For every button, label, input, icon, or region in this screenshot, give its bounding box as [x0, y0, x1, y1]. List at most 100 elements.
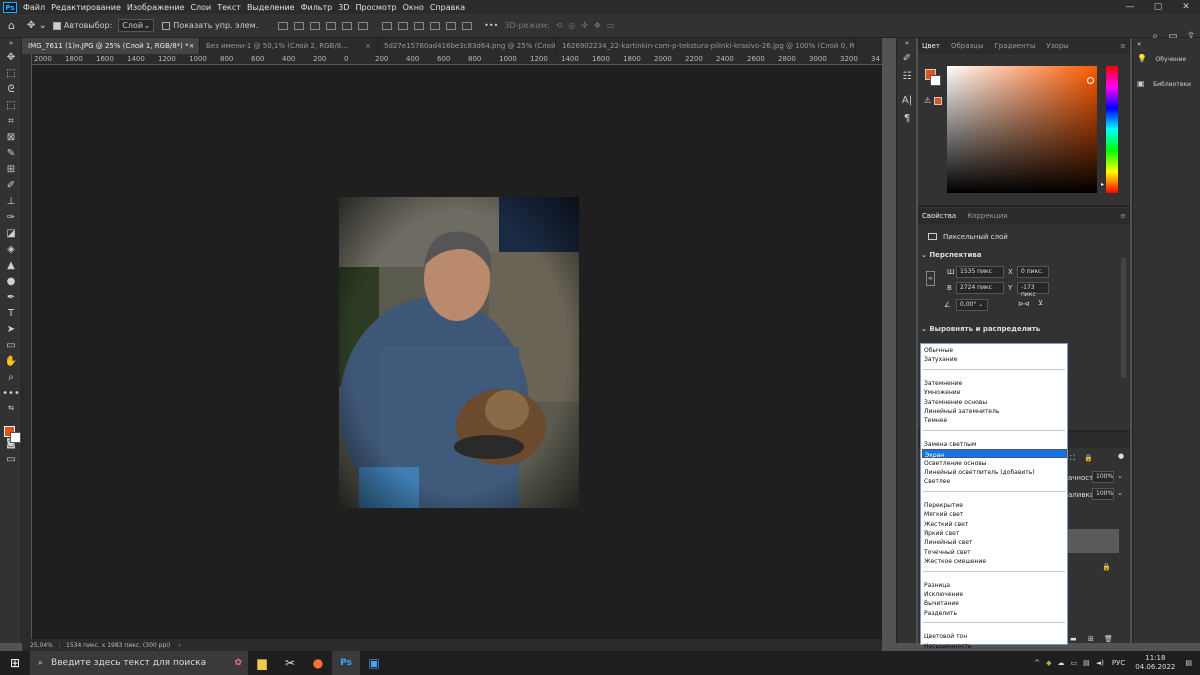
edit-toolbar-icon[interactable]: •••	[0, 386, 22, 402]
blend-mode-option[interactable]: Мягкий свет	[922, 510, 1067, 519]
tray-cloud-icon[interactable]: ☁	[1058, 659, 1065, 667]
minimize-button[interactable]: —	[1116, 0, 1144, 14]
pen-tool-icon[interactable]: ✒	[0, 290, 22, 306]
blend-mode-option[interactable]: Затемнение основы	[922, 398, 1067, 407]
y-field[interactable]: -173 пикс	[1017, 282, 1049, 298]
autoselect-select[interactable]: Слой ⌄	[118, 19, 155, 32]
align-left-icon[interactable]	[278, 21, 289, 30]
blend-mode-option[interactable]: Вычитание	[922, 599, 1067, 608]
move-tool-icon[interactable]: ✥ ⌄	[27, 20, 47, 31]
panel-menu-icon[interactable]: ≡	[1120, 212, 1126, 220]
blend-mode-option[interactable]: Линейный осветлитель (добавить)	[922, 468, 1067, 477]
language-indicator[interactable]: РУС	[1112, 659, 1125, 667]
layer-row-selected[interactable]	[1068, 529, 1119, 553]
align-vcenter-icon[interactable]	[342, 21, 353, 30]
blend-mode-option[interactable]: Жесткое смешение	[922, 557, 1067, 566]
3d-pan-icon[interactable]: ✣	[581, 21, 588, 30]
tab-properties[interactable]: Свойства	[922, 212, 956, 220]
libraries-panel-button[interactable]: ▣ Библиотеки	[1137, 79, 1199, 93]
menu-filter[interactable]: Фильтр	[301, 3, 333, 12]
width-field[interactable]: 1535 пикс	[956, 266, 1004, 278]
blend-mode-option[interactable]: Умножение	[922, 388, 1067, 397]
distribute-hcenter-icon[interactable]	[446, 21, 457, 30]
blend-mode-option[interactable]: Жесткий свет	[922, 520, 1067, 529]
angle-field[interactable]: 0,00° ⌄	[956, 299, 988, 311]
search-highlight-icon[interactable]: ✿	[234, 658, 242, 668]
volume-icon[interactable]: ◄)	[1096, 659, 1104, 667]
screen-mode-icon[interactable]: ▭	[0, 452, 22, 468]
opacity-dropdown-icon[interactable]: ⌄	[1117, 472, 1123, 480]
color-bg-swatch[interactable]	[930, 75, 941, 86]
blend-mode-option[interactable]: Яркий свет	[922, 529, 1067, 538]
collapse-right-icon[interactable]: «	[1137, 40, 1141, 48]
close-tab-icon[interactable]: ×	[365, 38, 371, 54]
blend-mode-option[interactable]: Замена светлым	[922, 440, 1067, 449]
marquee-tool-icon[interactable]: ⬚	[0, 66, 22, 82]
new-group-icon[interactable]: ▬	[1070, 635, 1077, 643]
adjustments-panel-icon[interactable]: ☷	[897, 68, 917, 86]
stamp-tool-icon[interactable]: ⊥	[0, 194, 22, 210]
eraser-tool-icon[interactable]: ◪	[0, 226, 22, 242]
type-tool-icon[interactable]: T	[0, 306, 22, 322]
blend-mode-option[interactable]: Экран	[922, 449, 1067, 459]
collapse-toolbox-icon[interactable]: »	[0, 38, 22, 50]
tab-doc-4[interactable]: 1626902234_22-kartinkin-com-p-tekstura-p…	[556, 38, 856, 54]
file-explorer-icon[interactable]: ▆	[248, 651, 276, 675]
align-hcenter-icon[interactable]	[294, 21, 305, 30]
tray-app-icon[interactable]: ◆	[1046, 659, 1051, 667]
tab-doc-2[interactable]: Без имени-1 @ 50,1% (Слой 2, RGB/8... ×	[200, 38, 378, 54]
tab-doc-1[interactable]: IMG_7611 (1)н.JPG @ 25% (Слой 1, RGB/8*)…	[22, 38, 200, 54]
object-select-tool-icon[interactable]: ⬚	[0, 98, 22, 114]
brush-tool-icon[interactable]: ✐	[0, 178, 22, 194]
blend-mode-option[interactable]: Темнее	[922, 416, 1067, 425]
distribute-top-icon[interactable]	[382, 21, 393, 30]
color-picker-handle[interactable]	[1087, 77, 1094, 84]
paint-bucket-icon[interactable]: ◈	[0, 242, 22, 258]
character-panel-icon[interactable]: A|	[897, 92, 917, 110]
swap-colors-icon[interactable]: ⇆	[0, 402, 22, 414]
blend-mode-option[interactable]: Перекрытие	[922, 501, 1067, 510]
lock-dot-icon[interactable]: ●	[1118, 452, 1124, 460]
frame-tool-icon[interactable]: ⊠	[0, 130, 22, 146]
lock-all-icon[interactable]: 🔒	[1084, 454, 1093, 462]
autoselect-checkbox[interactable]: Автовыбор:	[52, 21, 112, 30]
close-button[interactable]: ✕	[1172, 0, 1200, 14]
dodge-tool-icon[interactable]: ●	[0, 274, 22, 290]
tab-swatches[interactable]: Образцы	[951, 42, 984, 50]
zoom-level[interactable]: 25,04%	[30, 641, 60, 649]
menu-edit[interactable]: Редактирование	[51, 3, 121, 12]
blend-mode-option[interactable]: Цветовой тон	[922, 632, 1067, 641]
x-field[interactable]: 0 пикс.	[1017, 266, 1049, 278]
hand-tool-icon[interactable]: ✋	[0, 354, 22, 370]
3d-slide-icon[interactable]: ✥	[594, 21, 601, 30]
collapse-panels-icon[interactable]: «	[897, 38, 917, 50]
hue-slider-handle[interactable]: ▸	[1101, 181, 1104, 188]
3d-scale-icon[interactable]: ▭	[607, 21, 615, 30]
rectangle-tool-icon[interactable]: ▭	[0, 338, 22, 354]
tab-gradients[interactable]: Градиенты	[995, 42, 1036, 50]
align-bottom-icon[interactable]	[358, 21, 369, 30]
blend-mode-option[interactable]: Точечный свет	[922, 548, 1067, 557]
zoom-tool-icon[interactable]: ⌕	[0, 370, 22, 386]
blend-mode-option[interactable]: Обычные	[922, 346, 1067, 355]
paragraph-panel-icon[interactable]: ¶	[897, 110, 917, 128]
tab-color[interactable]: Цвет	[922, 42, 940, 50]
screenshot-tool-icon[interactable]: ✂	[276, 651, 304, 675]
lock-transparency-icon[interactable]: ⛶	[1070, 454, 1075, 463]
flip-vertical-icon[interactable]: ⊻	[1038, 299, 1043, 307]
3d-orbit-icon[interactable]: ⟲	[556, 21, 563, 30]
blend-mode-option[interactable]: Линейный свет	[922, 538, 1067, 547]
taskbar-search[interactable]: ⌕ Введите здесь текст для поиска ✿	[30, 651, 248, 675]
menu-select[interactable]: Выделение	[247, 3, 295, 12]
blend-mode-option[interactable]: Затемнение	[922, 379, 1067, 388]
menu-image[interactable]: Изображение	[127, 3, 185, 12]
fill-field[interactable]: 100%	[1092, 488, 1114, 500]
healing-brush-icon[interactable]: ⊞	[0, 162, 22, 178]
tab-doc-3[interactable]: 5d27e15760ad416be3c83d64.png @ 25% (Слой…	[378, 38, 556, 54]
photoshop-taskbar-icon[interactable]: Ps	[332, 651, 360, 675]
crop-tool-icon[interactable]: ⌗	[0, 114, 22, 130]
home-icon[interactable]: ⌂	[8, 19, 15, 32]
opacity-field[interactable]: 100%	[1092, 471, 1114, 483]
align-top-icon[interactable]	[326, 21, 337, 30]
maximize-button[interactable]: ▢	[1144, 0, 1172, 14]
